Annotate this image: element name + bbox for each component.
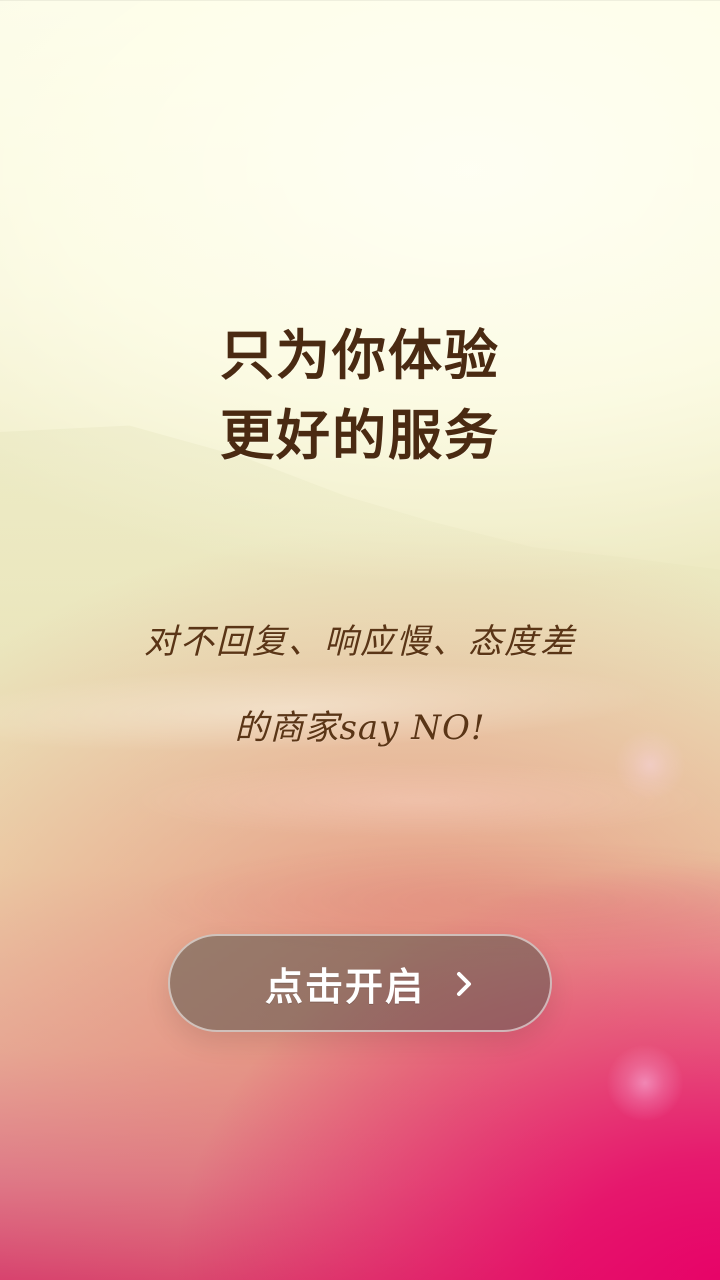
- headline-line-1: 只为你体验: [220, 323, 500, 387]
- chevron-right-icon: [453, 970, 475, 998]
- start-button[interactable]: 点击开启: [168, 934, 552, 1032]
- headline-line-2: 更好的服务: [220, 403, 500, 467]
- subtext: 对不回复、响应慢、态度差 的商家say NO!: [0, 612, 720, 758]
- start-button-label: 点击开启: [264, 964, 425, 1009]
- headline: 只为你体验 更好的服务: [0, 315, 720, 475]
- subtext-line-1: 对不回复、响应慢、态度差: [144, 622, 576, 662]
- top-border: [0, 0, 720, 1]
- subtext-line-2: 的商家say NO!: [234, 708, 486, 748]
